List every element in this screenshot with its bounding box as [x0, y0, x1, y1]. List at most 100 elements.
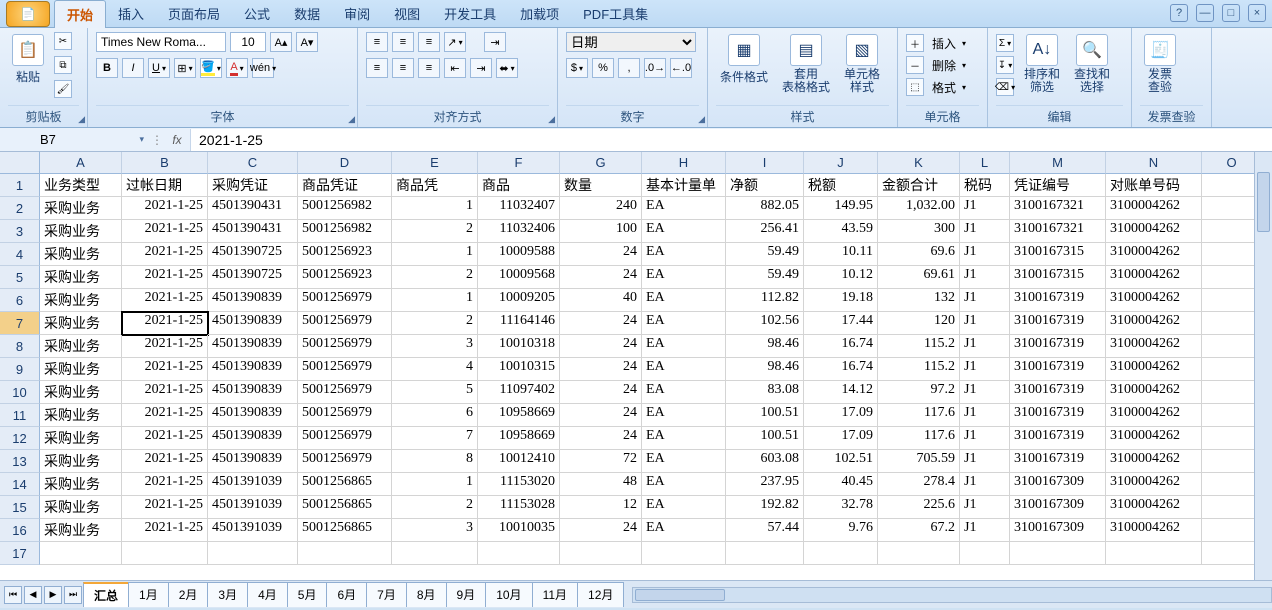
cell[interactable]: 2021-1-25 — [122, 427, 208, 450]
font-size-select[interactable] — [230, 32, 266, 52]
cell[interactable]: J1 — [960, 450, 1010, 473]
cell[interactable]: 40.45 — [804, 473, 878, 496]
cell[interactable]: J1 — [960, 243, 1010, 266]
col-header-D[interactable]: D — [298, 152, 392, 174]
invoice-check-button[interactable]: 🧾发票 查验 — [1140, 32, 1180, 96]
cell[interactable]: 603.08 — [726, 450, 804, 473]
cell[interactable]: 11097402 — [478, 381, 560, 404]
cell[interactable]: 采购业务 — [40, 243, 122, 266]
cell[interactable]: 3100004262 — [1106, 404, 1202, 427]
cell[interactable]: 10.11 — [804, 243, 878, 266]
cell[interactable]: 3100004262 — [1106, 450, 1202, 473]
col-header-C[interactable]: C — [208, 152, 298, 174]
sheet-tab[interactable]: 8月 — [406, 582, 447, 607]
cell[interactable] — [122, 542, 208, 565]
align-bottom-icon[interactable]: ≡ — [418, 32, 440, 52]
cell[interactable]: 4501390839 — [208, 358, 298, 381]
cell[interactable]: 采购业务 — [40, 289, 122, 312]
clear-button[interactable]: ⌫ — [996, 78, 1014, 96]
ribbon-tab-8[interactable]: 加载项 — [508, 0, 571, 28]
horizontal-scrollbar[interactable] — [632, 587, 1272, 603]
align-top-icon[interactable]: ≡ — [366, 32, 388, 52]
ribbon-tab-9[interactable]: PDF工具集 — [571, 0, 660, 28]
cell[interactable]: 采购业务 — [40, 266, 122, 289]
cell[interactable]: EA — [642, 381, 726, 404]
cell[interactable]: J1 — [960, 496, 1010, 519]
comma-button[interactable]: , — [618, 58, 640, 78]
cell[interactable]: J1 — [960, 335, 1010, 358]
cell[interactable]: EA — [642, 496, 726, 519]
col-header-A[interactable]: A — [40, 152, 122, 174]
cell[interactable] — [1202, 220, 1262, 243]
cell[interactable]: 40 — [560, 289, 642, 312]
cell[interactable]: 3100167315 — [1010, 243, 1106, 266]
cell[interactable]: 4 — [392, 358, 478, 381]
row-header[interactable]: 9 — [0, 358, 40, 381]
cell[interactable]: 11153028 — [478, 496, 560, 519]
cell[interactable]: 57.44 — [726, 519, 804, 542]
phonetic-button[interactable]: wén — [252, 58, 274, 78]
cell[interactable]: 4501390839 — [208, 427, 298, 450]
cell[interactable]: 2021-1-25 — [122, 220, 208, 243]
cell[interactable]: 3100004262 — [1106, 496, 1202, 519]
cell[interactable] — [1010, 542, 1106, 565]
cell[interactable]: 4501391039 — [208, 496, 298, 519]
cell[interactable]: 3100004262 — [1106, 473, 1202, 496]
cell[interactable]: 2021-1-25 — [122, 519, 208, 542]
cell[interactable]: J1 — [960, 427, 1010, 450]
ribbon-tab-2[interactable]: 页面布局 — [156, 0, 232, 28]
cell[interactable]: 11032406 — [478, 220, 560, 243]
cell[interactable]: 2 — [392, 266, 478, 289]
cell[interactable]: 2 — [392, 312, 478, 335]
cell[interactable]: 237.95 — [726, 473, 804, 496]
cell[interactable]: 3100167319 — [1010, 312, 1106, 335]
sheet-tab[interactable]: 7月 — [366, 582, 407, 607]
cell[interactable] — [1202, 243, 1262, 266]
ribbon-tab-6[interactable]: 视图 — [382, 0, 432, 28]
fx-icon[interactable]: fx — [164, 133, 190, 147]
conditional-format-button[interactable]: ▦条件格式 — [716, 32, 772, 87]
formula-input[interactable]: 2021-1-25 — [190, 129, 1272, 151]
cell[interactable] — [1202, 450, 1262, 473]
cell[interactable]: 5001256982 — [298, 197, 392, 220]
cell[interactable]: 102.51 — [804, 450, 878, 473]
vertical-scrollbar[interactable] — [1254, 152, 1272, 580]
cell[interactable]: 2021-1-25 — [122, 404, 208, 427]
cell[interactable] — [1202, 542, 1262, 565]
cell[interactable]: 4501390725 — [208, 266, 298, 289]
cell[interactable]: 2021-1-25 — [122, 266, 208, 289]
cell[interactable]: 300 — [878, 220, 960, 243]
cell[interactable]: 采购业务 — [40, 220, 122, 243]
cell[interactable]: 19.18 — [804, 289, 878, 312]
sheet-tab[interactable]: 6月 — [326, 582, 367, 607]
cell[interactable]: 69.6 — [878, 243, 960, 266]
cell[interactable] — [298, 542, 392, 565]
cell[interactable]: 采购业务 — [40, 450, 122, 473]
cell[interactable]: 数量 — [560, 174, 642, 197]
cell[interactable]: 12 — [560, 496, 642, 519]
cell[interactable]: EA — [642, 197, 726, 220]
cell[interactable]: 102.56 — [726, 312, 804, 335]
row-header[interactable]: 14 — [0, 473, 40, 496]
row-header[interactable]: 1 — [0, 174, 40, 197]
col-header-L[interactable]: L — [960, 152, 1010, 174]
sheet-tab[interactable]: 10月 — [485, 582, 532, 607]
align-left-icon[interactable]: ≡ — [366, 58, 388, 78]
cell[interactable] — [1202, 519, 1262, 542]
cell[interactable] — [1202, 473, 1262, 496]
row-header[interactable]: 5 — [0, 266, 40, 289]
cell[interactable]: 10010035 — [478, 519, 560, 542]
cell[interactable]: 11032407 — [478, 197, 560, 220]
cell[interactable] — [392, 542, 478, 565]
cell[interactable]: 17.09 — [804, 404, 878, 427]
ribbon-tab-7[interactable]: 开发工具 — [432, 0, 508, 28]
cell[interactable]: 8 — [392, 450, 478, 473]
cell[interactable]: 3 — [392, 519, 478, 542]
cell[interactable]: 3100167319 — [1010, 358, 1106, 381]
align-right-icon[interactable]: ≡ — [418, 58, 440, 78]
cell[interactable]: 4501391039 — [208, 519, 298, 542]
col-header-K[interactable]: K — [878, 152, 960, 174]
cell[interactable]: EA — [642, 519, 726, 542]
cell[interactable]: 3100004262 — [1106, 335, 1202, 358]
col-header-M[interactable]: M — [1010, 152, 1106, 174]
